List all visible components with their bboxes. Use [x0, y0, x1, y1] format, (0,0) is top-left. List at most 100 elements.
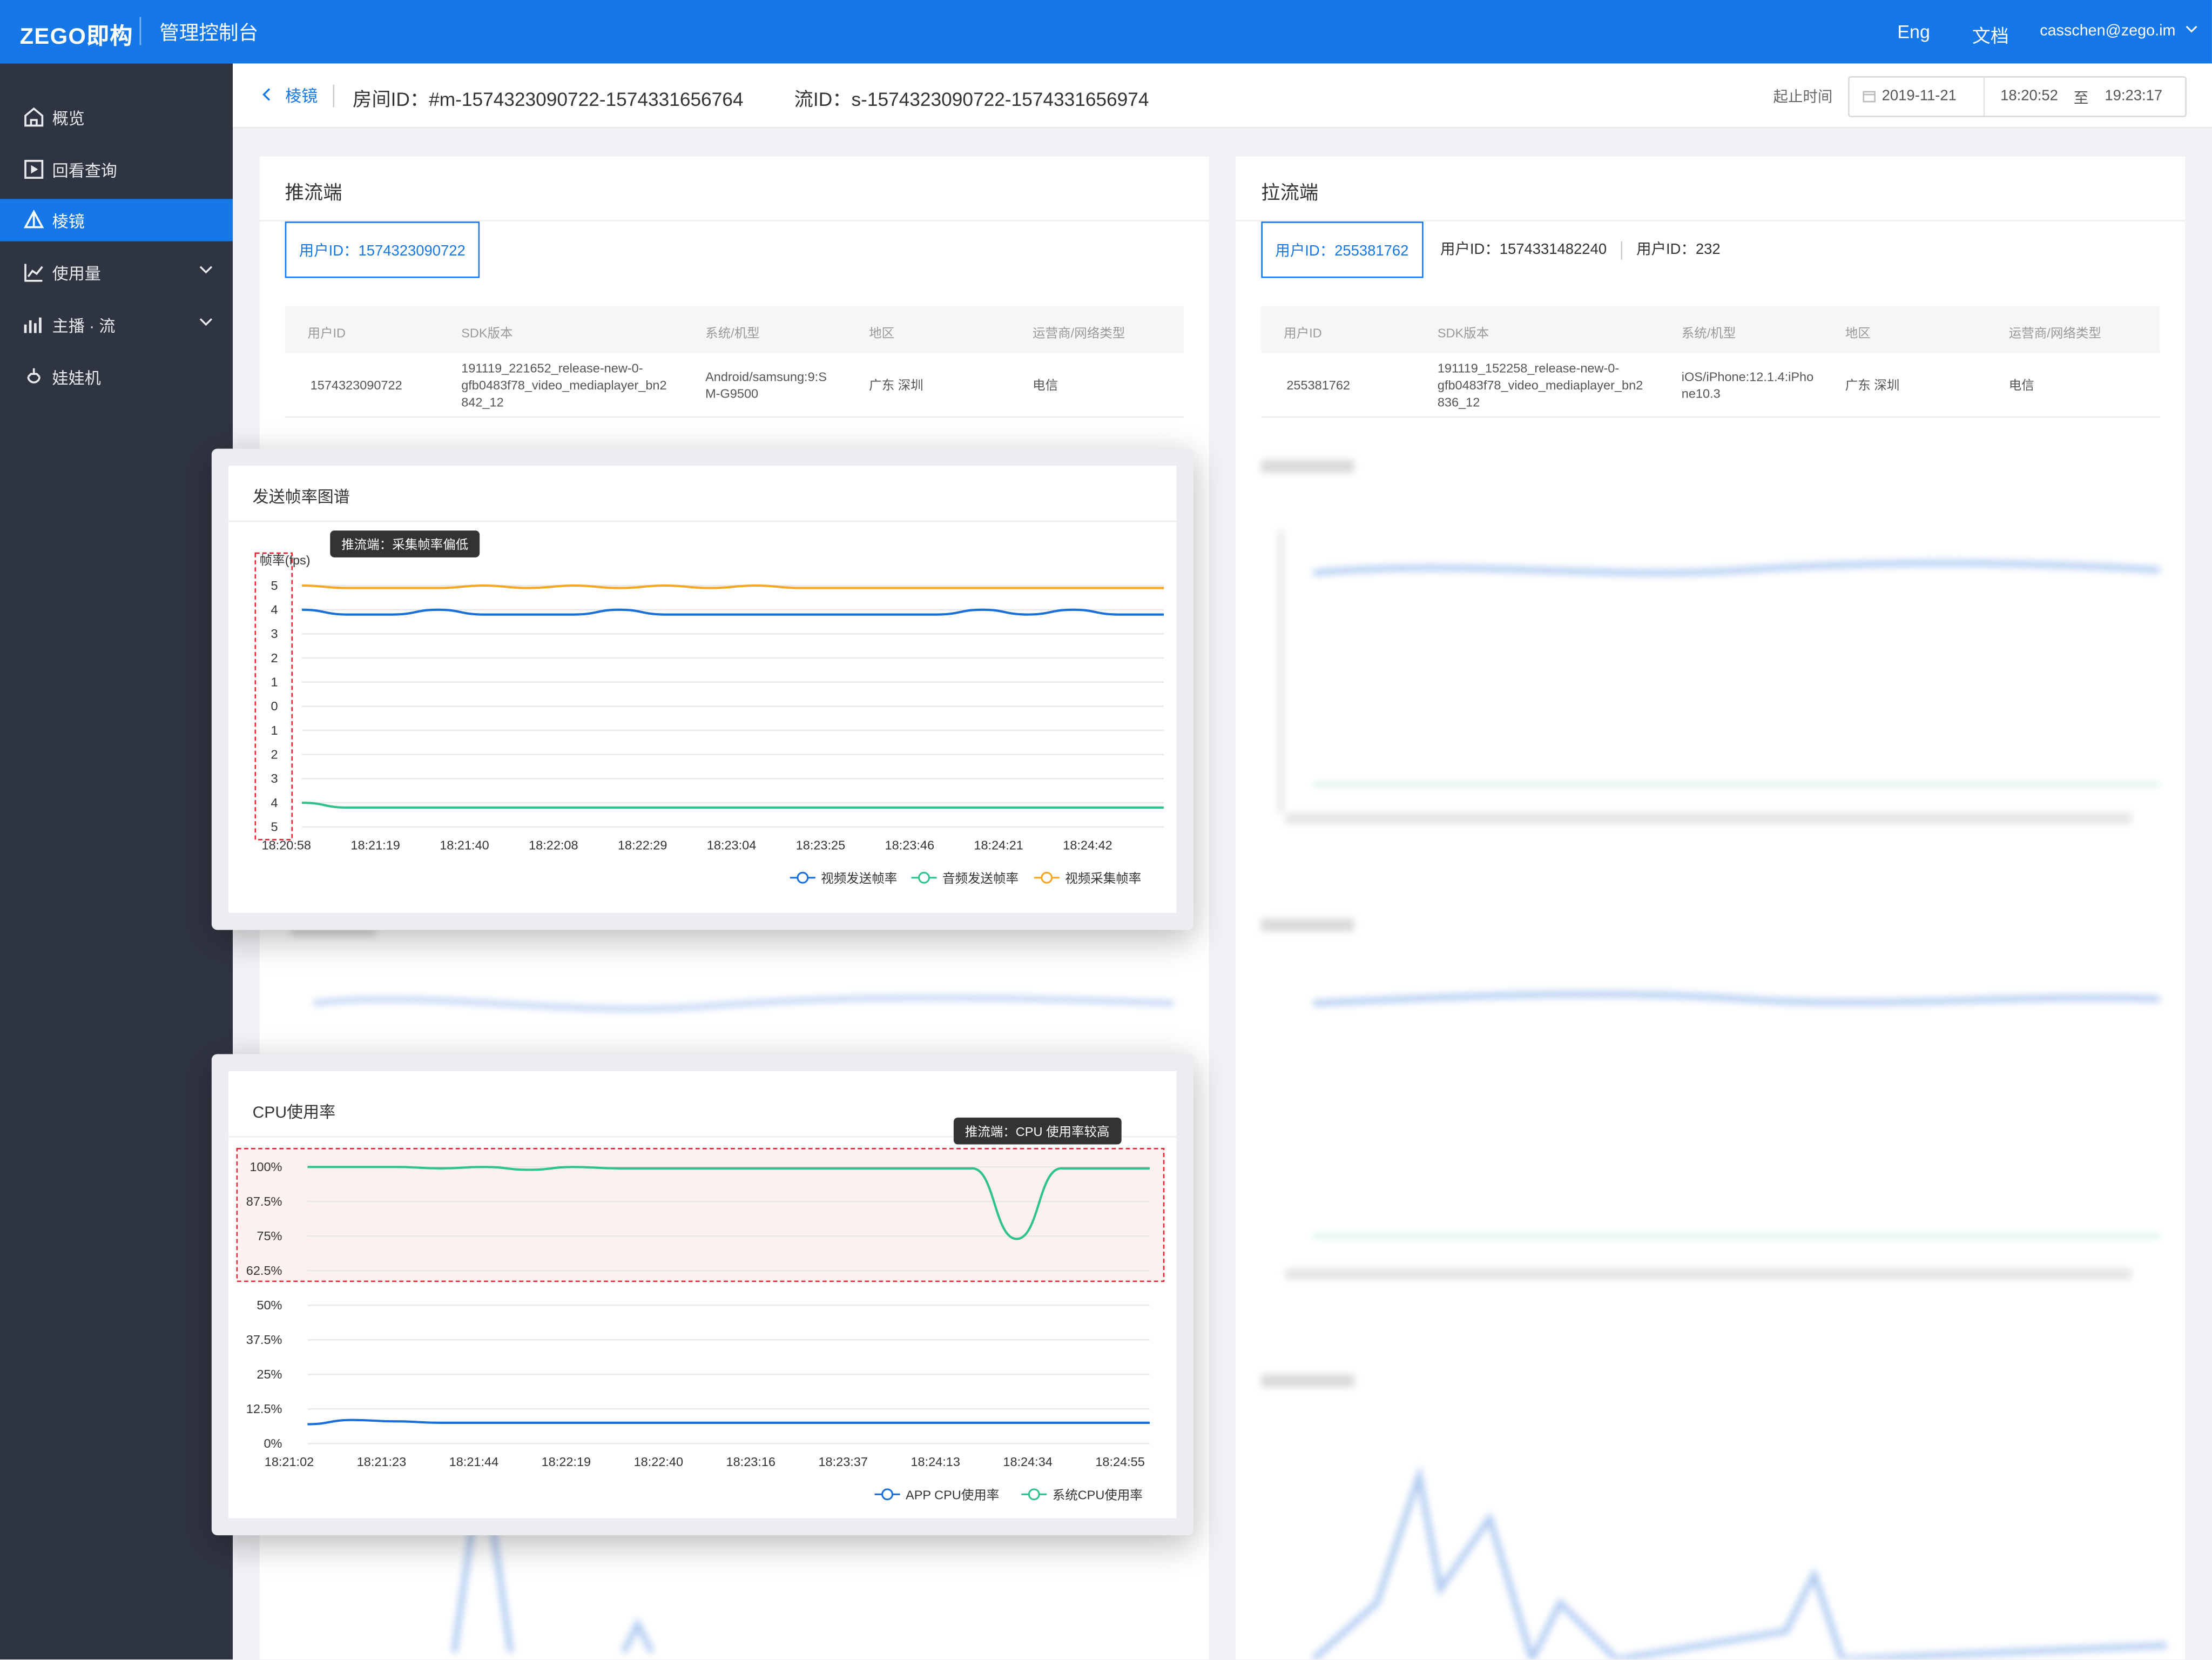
x-tick-label: 18:24:34	[1003, 1455, 1052, 1469]
y-tick-label: 12.5%	[246, 1402, 282, 1416]
playback-icon	[24, 159, 44, 179]
cell-line: iOS/iPhone:12.1.4:iPho	[1681, 369, 1814, 384]
push-user-tab[interactable]: 用户ID：1574323090722	[285, 221, 480, 278]
column-header: 系统/机型	[1681, 326, 1736, 340]
sidebar-item-label: 娃娃机	[52, 371, 101, 388]
sidebar-item-claw-machine[interactable]: 娃娃机	[0, 355, 233, 398]
x-tick-label: 18:24:21	[974, 838, 1023, 852]
end-time: 19:23:17	[2105, 87, 2163, 105]
claw-machine-icon	[27, 368, 41, 384]
pull-user-tab[interactable]: 用户ID：232	[1624, 221, 1734, 278]
cell-line: M-G9500	[705, 386, 759, 401]
cpu-chart-popup: CPU使用率 推流端：CPU 使用率较高 100% 87.5% 75% 62.5% 50…	[211, 1054, 1193, 1536]
y-tick-label: 100%	[249, 1160, 282, 1174]
series-line	[307, 1419, 1150, 1426]
y-tick-label: 25%	[257, 1367, 282, 1381]
y-tick-label: 37.5%	[246, 1333, 282, 1347]
datebox-divider	[1983, 77, 1985, 116]
y-tick-label: 87.5%	[246, 1194, 282, 1208]
y-tick-label: 2	[271, 651, 278, 665]
chevron-down-icon	[199, 318, 213, 326]
pull-card: 拉流端 用户ID：255381762 用户ID：1574331482240 用户…	[1236, 156, 2186, 1659]
user-email: casschen@zego.im	[2040, 22, 2176, 40]
legend-label: 系统CPU使用率	[1053, 1488, 1143, 1502]
language-switch[interactable]: Eng	[1897, 21, 1930, 42]
chevron-down-icon	[2186, 25, 2198, 33]
pull-user-tab[interactable]: 用户ID：255381762	[1261, 221, 1423, 278]
tab-divider	[1621, 241, 1623, 260]
user-menu[interactable]: casschen@zego.im	[2040, 23, 2198, 39]
legend-label: 视频采集帧率	[1065, 871, 1141, 885]
y-tick-label: 75%	[257, 1229, 282, 1243]
back-link-label: 棱镜	[285, 89, 318, 106]
legend-marker	[797, 871, 809, 884]
sidebar-item-overview[interactable]: 概览	[0, 96, 233, 138]
column-header: 运营商/网络类型	[2008, 326, 2101, 340]
time-range-picker[interactable]: 2019-11-21 18:20:52 至 19:23:17	[1847, 76, 2187, 117]
x-tick-label: 18:23:46	[885, 838, 934, 852]
cell-line: 842_12	[461, 395, 504, 409]
y-axis-label: 帧率(fps)	[260, 553, 311, 567]
sidebar-item-anchor-stream[interactable]: 主播 · 流	[0, 304, 233, 346]
x-tick-label: 18:22:08	[529, 838, 578, 852]
pull-user-tab[interactable]: 用户ID：1574331482240	[1428, 221, 1620, 278]
cell-line: ne10.3	[1681, 386, 1721, 401]
fps-chart-panel: 发送帧率图谱 推流端：采集帧率偏低 帧率(fps) 54321012345 18…	[228, 466, 1177, 913]
zego-logo[interactable]: ZEGO即构	[20, 17, 133, 51]
sidebar-item-label: 主播 · 流	[52, 319, 116, 336]
column-header: SDK版本	[1437, 326, 1489, 340]
y-tick-label: 0%	[264, 1436, 282, 1450]
y-tick-label: 1	[271, 675, 278, 689]
cell-line: Android/samsung:9:S	[705, 369, 827, 384]
page-header: 棱镜 房间ID：#m-1574323090722-1574331656764 流…	[233, 63, 2212, 129]
x-tick-label: 18:21:02	[265, 1455, 314, 1469]
legend-label: 视频发送帧率	[821, 871, 897, 885]
push-table-header: 用户ID SDK版本 系统/机型 地区 运营商/网络类型	[285, 306, 1184, 353]
legend-marker	[1028, 1488, 1040, 1501]
chevron-down-icon	[199, 266, 213, 274]
cell-line: gfb0483f78_video_mediaplayer_bn2	[1437, 378, 1643, 393]
table-row: 255381762 191119_152258_release-new-0- g…	[1261, 353, 2160, 418]
column-header: 运营商/网络类型	[1033, 326, 1125, 340]
x-tick-label: 18:22:40	[634, 1455, 683, 1469]
cell-line: 191119_221652_release-new-0-	[461, 361, 643, 375]
y-tick-label: 1	[271, 723, 278, 737]
cell-sdk-version: 191119_221652_release-new-0- gfb0483f78_…	[461, 360, 666, 411]
x-tick-label: 18:24:55	[1095, 1455, 1144, 1469]
sidebar-item-label: 棱镜	[52, 214, 85, 232]
cell-line: 191119_152258_release-new-0-	[1437, 361, 1620, 375]
sidebar-item-playback[interactable]: 回看查询	[0, 148, 233, 190]
cpu-chart-panel: CPU使用率 推流端：CPU 使用率较高 100% 87.5% 75% 62.5% 50…	[228, 1071, 1177, 1518]
cpu-chart: 100% 87.5% 75% 62.5% 50% 37.5% 25% 12.5% 0% 18:2…	[236, 1148, 1165, 1502]
x-tick-label: 18:24:42	[1063, 838, 1112, 852]
y-tick-label: 62.5%	[246, 1264, 282, 1278]
x-tick-label: 18:23:04	[707, 838, 756, 852]
sidebar-item-label: 概览	[52, 111, 85, 129]
x-tick-label: 18:21:44	[449, 1455, 498, 1469]
x-tick-label: 18:23:37	[818, 1455, 867, 1469]
blurred-charts	[1250, 446, 2174, 1659]
cell-line: gfb0483f78_video_mediaplayer_bn2	[461, 378, 667, 393]
fps-chart-popup: 发送帧率图谱 推流端：采集帧率偏低 帧率(fps) 54321012345 18…	[211, 448, 1193, 930]
time-range-label: 起止时间	[1773, 89, 1833, 106]
prism-icon	[23, 210, 44, 228]
y-tick-label: 2	[271, 748, 278, 762]
sidebar-item-prism[interactable]: 棱镜	[0, 199, 233, 241]
sidebar-item-usage[interactable]: 使用量	[0, 251, 233, 293]
pull-card-title: 拉流端	[1261, 182, 1319, 204]
y-tick-label: 4	[271, 796, 278, 810]
x-tick-label: 18:21:40	[440, 838, 489, 852]
column-header: SDK版本	[461, 326, 513, 340]
back-link[interactable]: 棱镜	[261, 85, 318, 107]
column-header: 地区	[1845, 326, 1871, 340]
cell-user-id: 255381762	[1286, 378, 1351, 393]
column-header: 用户ID	[307, 326, 346, 340]
table-row: 1574323090722 191119_221652_release-new-…	[285, 353, 1184, 418]
column-header: 系统/机型	[705, 326, 760, 340]
legend-marker	[1041, 871, 1053, 884]
cell-user-id: 1574323090722	[310, 378, 402, 393]
cell-carrier: 电信	[1033, 378, 1058, 393]
docs-link[interactable]: 文档	[1972, 21, 2009, 48]
y-tick-label: 3	[271, 771, 278, 785]
room-id: 房间ID：#m-1574323090722-1574331656764	[353, 89, 744, 110]
